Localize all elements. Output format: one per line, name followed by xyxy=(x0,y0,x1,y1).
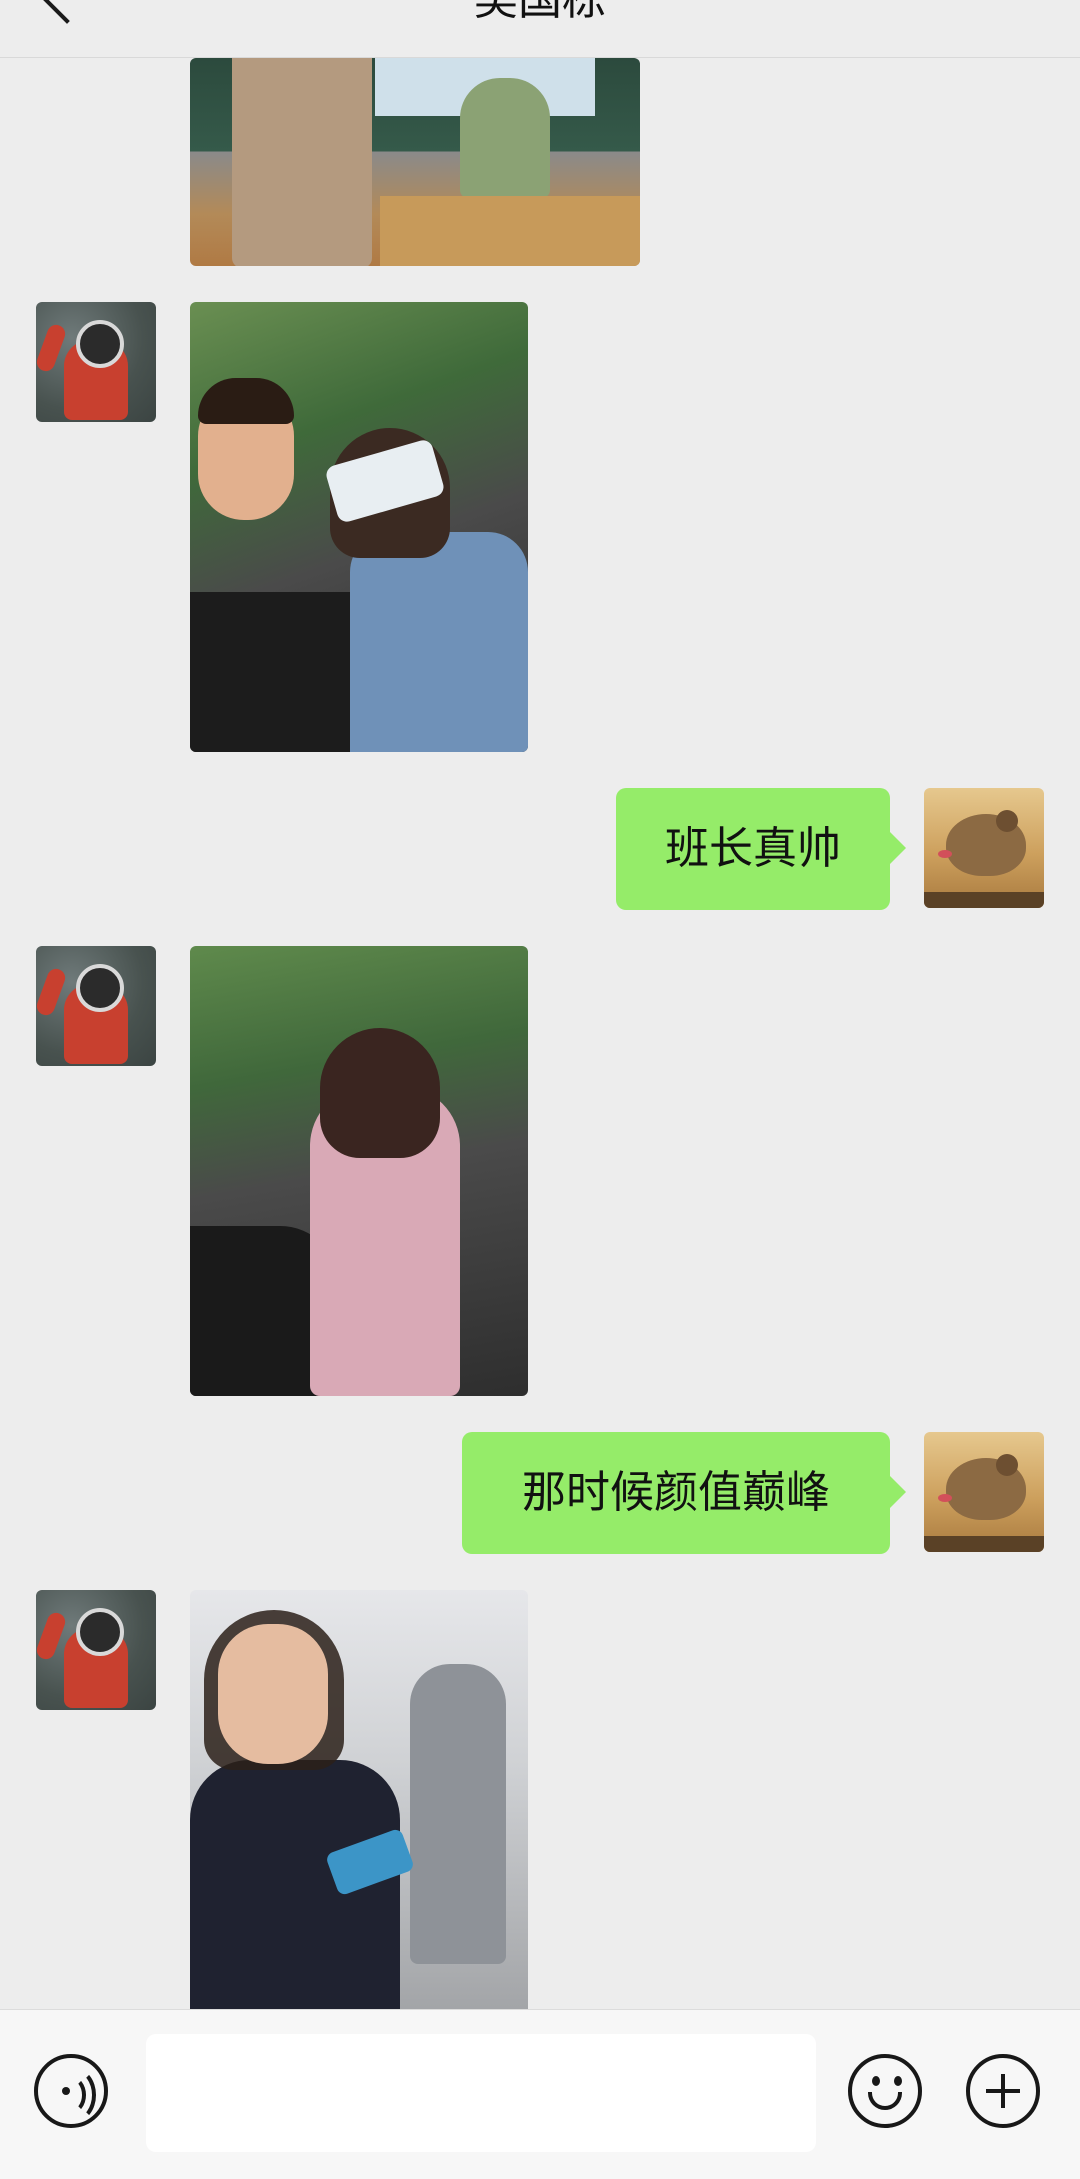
avatar-art xyxy=(996,810,1018,832)
top-bar: 吴国栋 xyxy=(0,0,1080,58)
photo-art xyxy=(350,532,528,752)
avatar-contact[interactable] xyxy=(36,946,156,1066)
avatar-contact[interactable] xyxy=(36,302,156,422)
chat-title: 吴国栋 xyxy=(0,0,1080,22)
person-figure xyxy=(232,58,372,266)
avatar-art xyxy=(924,892,1044,908)
image-message-selfie[interactable] xyxy=(190,302,528,752)
avatar-contact[interactable] xyxy=(36,1590,156,1710)
avatar-art xyxy=(938,850,952,858)
avatar-art xyxy=(36,322,68,374)
icon-part xyxy=(872,2076,880,2086)
photo-art xyxy=(410,1664,506,1964)
icon-part xyxy=(868,2092,902,2110)
avatar-art xyxy=(36,1610,68,1662)
image-message-classroom[interactable] xyxy=(190,58,640,266)
icon-part xyxy=(54,2068,96,2122)
icon-part xyxy=(894,2076,902,2086)
plus-icon[interactable] xyxy=(966,2054,1040,2128)
avatar-art xyxy=(76,1608,124,1656)
avatar-art xyxy=(76,964,124,1012)
avatar-art xyxy=(938,1494,952,1502)
avatar-self[interactable] xyxy=(924,1432,1044,1552)
icon-part xyxy=(1001,2074,1005,2108)
photo-art xyxy=(218,1624,328,1764)
emoji-icon[interactable] xyxy=(848,2054,922,2128)
message-input[interactable] xyxy=(146,2034,816,2152)
text-message-self[interactable]: 班长真帅 xyxy=(616,788,906,910)
avatar-self[interactable] xyxy=(924,788,1044,908)
photo-art xyxy=(320,1028,440,1158)
message-list[interactable]: 班长真帅 那时候颜值巅峰 xyxy=(0,58,1080,2009)
avatar-art xyxy=(924,1536,1044,1552)
avatar-art xyxy=(36,966,68,1018)
desk xyxy=(380,196,640,266)
input-bar xyxy=(0,2009,1080,2179)
voice-icon[interactable] xyxy=(34,2054,108,2128)
photo-art xyxy=(198,378,294,424)
avatar-art xyxy=(76,320,124,368)
image-message-photo[interactable] xyxy=(190,946,528,1396)
person-figure xyxy=(460,78,550,198)
image-message-hallway[interactable] xyxy=(190,1590,528,2009)
text-message-self[interactable]: 那时候颜值巅峰 xyxy=(462,1432,906,1554)
avatar-art xyxy=(996,1454,1018,1476)
